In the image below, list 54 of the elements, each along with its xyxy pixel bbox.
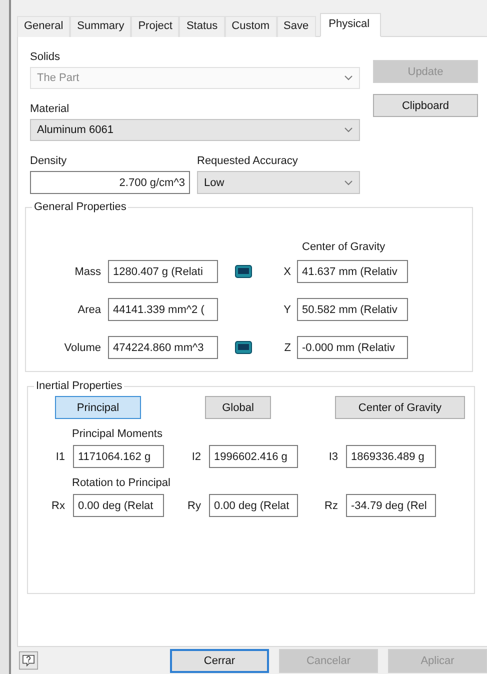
help-icon[interactable] bbox=[19, 649, 38, 672]
accuracy-dropdown[interactable]: Low bbox=[197, 171, 360, 194]
value-field[interactable]: 50.582 mm (Relativ bbox=[297, 298, 408, 321]
field-label: Solids bbox=[30, 50, 61, 65]
value-field[interactable]: 1280.407 g (Relati bbox=[108, 260, 218, 283]
axis-label: X bbox=[282, 266, 292, 278]
value-field[interactable]: 1996602.416 g bbox=[209, 445, 298, 468]
field-label: Requested Accuracy bbox=[197, 154, 298, 169]
value-field[interactable]: 0.00 deg (Relat bbox=[73, 494, 164, 517]
tab[interactable]: Project bbox=[131, 16, 180, 37]
mode-button[interactable]: Principal bbox=[55, 396, 141, 419]
group-title: Inertial Properties bbox=[35, 380, 124, 392]
value-field[interactable]: 1869336.489 g bbox=[346, 445, 436, 468]
tab[interactable]: Physical bbox=[320, 13, 381, 37]
tab[interactable]: Save bbox=[276, 16, 316, 37]
field-label: Rx bbox=[50, 500, 66, 512]
field-label: I2 bbox=[190, 450, 202, 462]
field-label: Density bbox=[30, 154, 68, 169]
mode-button[interactable]: Global bbox=[205, 396, 271, 419]
value-field[interactable]: -0.000 mm (Relativ bbox=[297, 336, 408, 359]
value-field[interactable]: 474224.860 mm^3 bbox=[108, 336, 218, 359]
value-field[interactable]: 1171064.162 g bbox=[73, 445, 164, 468]
tab[interactable]: Summary bbox=[70, 16, 132, 37]
clipboard-button[interactable]: Clipboard bbox=[373, 94, 478, 117]
density-field[interactable]: 2.700 g/cm^3 bbox=[30, 171, 190, 194]
field-label: Ry bbox=[186, 500, 202, 512]
tab[interactable]: Custom bbox=[224, 16, 277, 37]
field-label: I1 bbox=[54, 450, 66, 462]
field-label: Rz bbox=[324, 500, 339, 512]
axis-label: Z bbox=[283, 342, 292, 354]
tab[interactable]: General bbox=[17, 16, 70, 37]
chevron-icon bbox=[344, 180, 353, 186]
column-heading: Center of Gravity bbox=[302, 241, 386, 253]
axis-label: Y bbox=[282, 304, 292, 316]
chevron-icon bbox=[344, 75, 353, 81]
chevron-icon bbox=[344, 127, 353, 133]
section-label: Rotation to Principal bbox=[72, 476, 172, 491]
calculator-icon[interactable] bbox=[235, 341, 252, 354]
group-title: General Properties bbox=[33, 201, 128, 213]
tab[interactable]: Status bbox=[179, 16, 225, 37]
field-label: Material bbox=[30, 102, 70, 117]
value-field[interactable]: 44141.339 mm^2 ( bbox=[108, 298, 218, 321]
dialog-button[interactable]: Cerrar bbox=[170, 648, 269, 672]
mode-button[interactable]: Center of Gravity bbox=[335, 396, 465, 419]
value-field[interactable]: -34.79 deg (Rel bbox=[346, 494, 436, 517]
field-label: Area bbox=[76, 304, 102, 316]
field-label: Mass bbox=[74, 266, 102, 278]
field-label: I3 bbox=[328, 450, 339, 462]
section-label: Principal Moments bbox=[72, 427, 164, 442]
value-field[interactable]: 41.637 mm (Relativ bbox=[297, 260, 408, 283]
field-label: Volume bbox=[63, 342, 102, 354]
value-field[interactable]: 0.00 deg (Relat bbox=[209, 494, 298, 517]
material-dropdown[interactable]: Aluminum 6061 bbox=[30, 119, 360, 141]
calculator-icon[interactable] bbox=[235, 265, 252, 278]
